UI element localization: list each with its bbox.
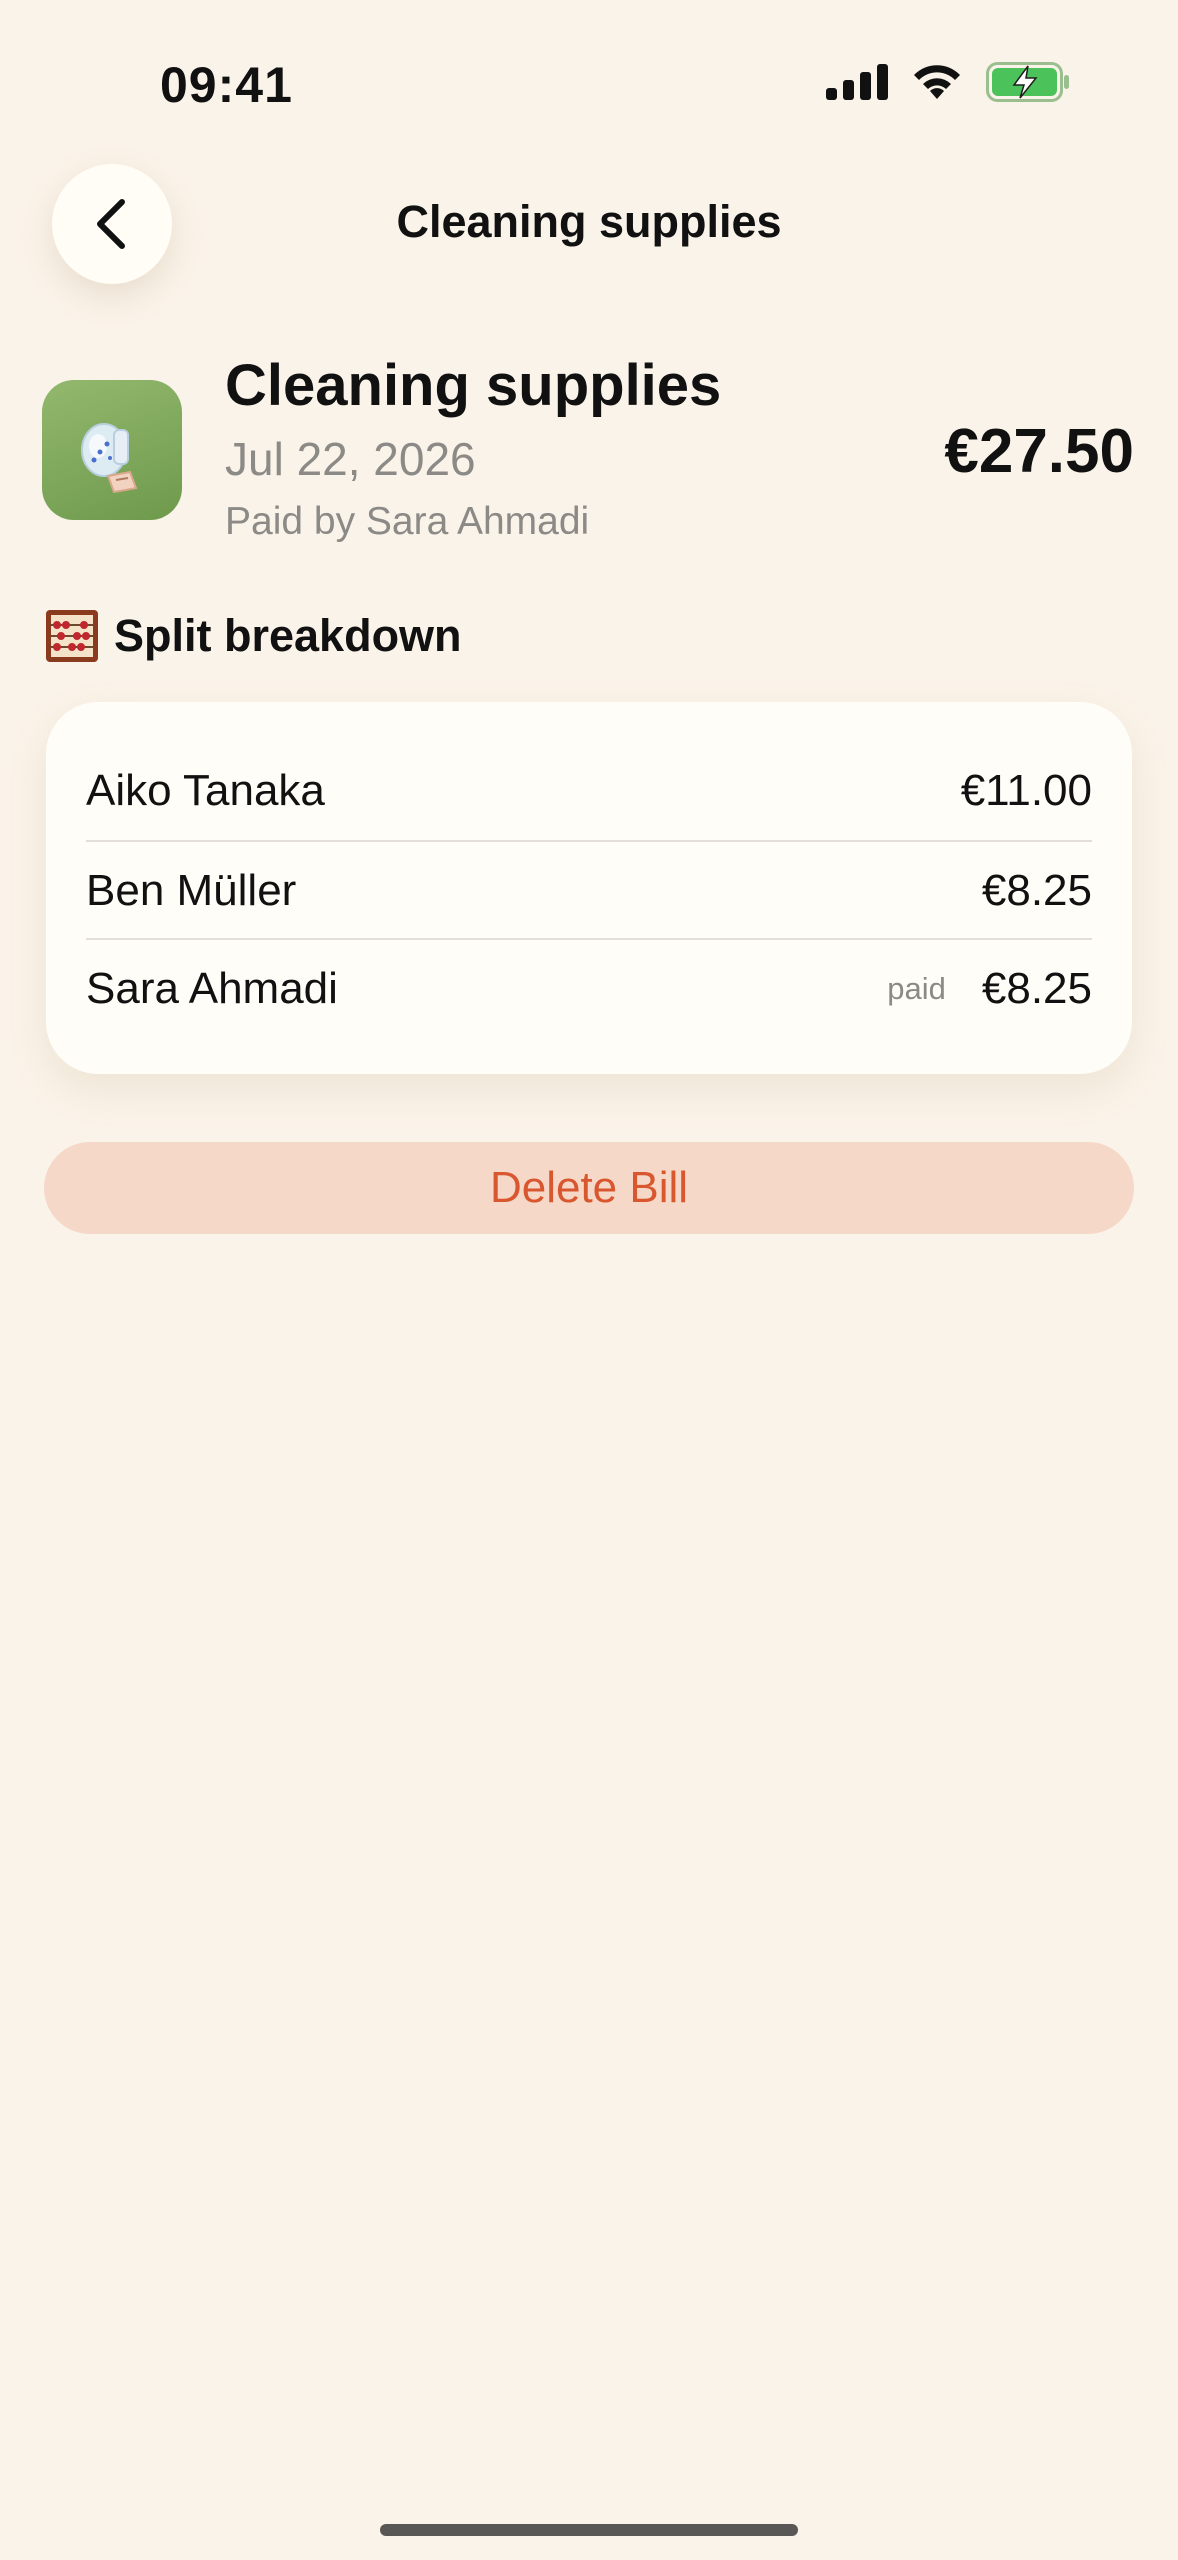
split-row: Aiko Tanaka €11.00 [86, 742, 1092, 840]
split-row: Sara Ahmadi paid €8.25 [86, 938, 1092, 1038]
split-breakdown-header: Split breakdown [44, 608, 462, 664]
cellular-signal-icon [826, 64, 888, 100]
bill-date: Jul 22, 2026 [225, 433, 476, 485]
participant-amount: €11.00 [960, 766, 1092, 815]
delete-bill-button[interactable]: Delete Bill [44, 1142, 1134, 1234]
home-indicator[interactable] [380, 2524, 798, 2536]
cleaning-supplies-icon [42, 380, 182, 520]
status-time: 09:41 [160, 57, 293, 113]
paid-badge: paid [887, 971, 946, 1006]
participant-name: Ben Müller [86, 866, 297, 915]
bill-total: €27.50 [944, 417, 1134, 486]
participant-amount: €8.25 [981, 866, 1092, 915]
bill-title: Cleaning supplies [225, 353, 722, 418]
bill-paid-by: Paid by Sara Ahmadi [225, 500, 590, 543]
status-icons [826, 62, 1070, 102]
abacus-icon [46, 610, 98, 662]
nav-title: Cleaning supplies [396, 196, 782, 247]
wifi-icon [914, 65, 960, 99]
status-bar: 09:41 [0, 0, 1178, 170]
split-breakdown-title: Split breakdown [114, 610, 462, 661]
participant-name: Aiko Tanaka [86, 766, 325, 815]
split-breakdown-card: Aiko Tanaka €11.00 Ben Müller €8.25 Sara… [46, 702, 1132, 1074]
split-row: Ben Müller €8.25 [86, 840, 1092, 940]
participant-name: Sara Ahmadi [86, 964, 338, 1013]
participant-amount: €8.25 [981, 964, 1092, 1013]
battery-charging-icon [986, 62, 1069, 102]
